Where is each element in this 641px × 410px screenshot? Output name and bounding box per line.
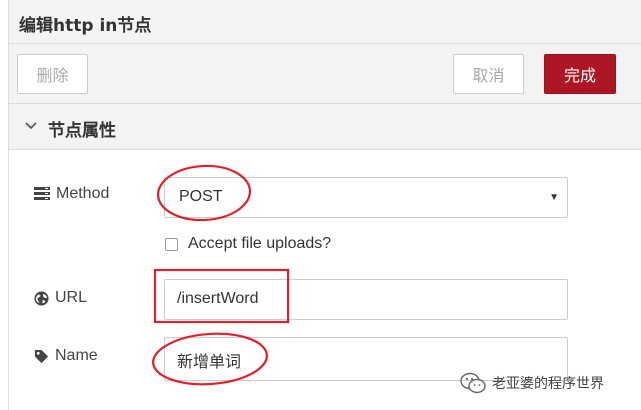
watermark: 老亚婆的程序世界 <box>460 372 604 394</box>
url-annotation-box <box>153 268 290 324</box>
wechat-icon <box>460 372 486 394</box>
name-annotation-ellipse <box>152 332 268 386</box>
watermark-text: 老亚婆的程序世界 <box>492 376 604 392</box>
method-annotation-ellipse <box>156 164 252 222</box>
annotation-overlay <box>152 164 290 386</box>
